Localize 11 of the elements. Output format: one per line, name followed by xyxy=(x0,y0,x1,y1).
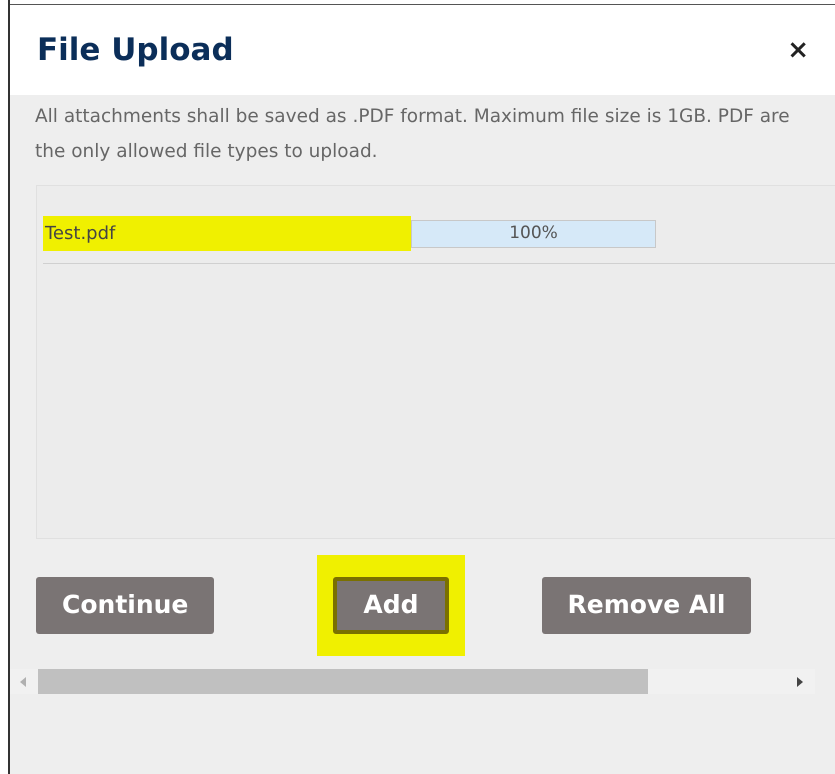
scroll-left-icon[interactable] xyxy=(20,676,28,686)
notice-text: All attachments shall be saved as .PDF format. Maximum file size is 1GB. PDF are the only allowed file types to upload. xyxy=(34,105,791,164)
action-button[interactable]: Remove All xyxy=(542,576,752,634)
scroll-right-icon[interactable] xyxy=(797,676,805,686)
action-button[interactable]: Add xyxy=(333,576,449,634)
scrollbar-thumb[interactable] xyxy=(38,669,648,694)
file-name: Test.pdf xyxy=(43,216,411,251)
progress-reading: 100% xyxy=(508,222,559,244)
dialog-title: File Upload xyxy=(37,30,234,70)
close-button[interactable]: × xyxy=(787,37,809,63)
action-button[interactable]: Continue xyxy=(36,576,214,634)
